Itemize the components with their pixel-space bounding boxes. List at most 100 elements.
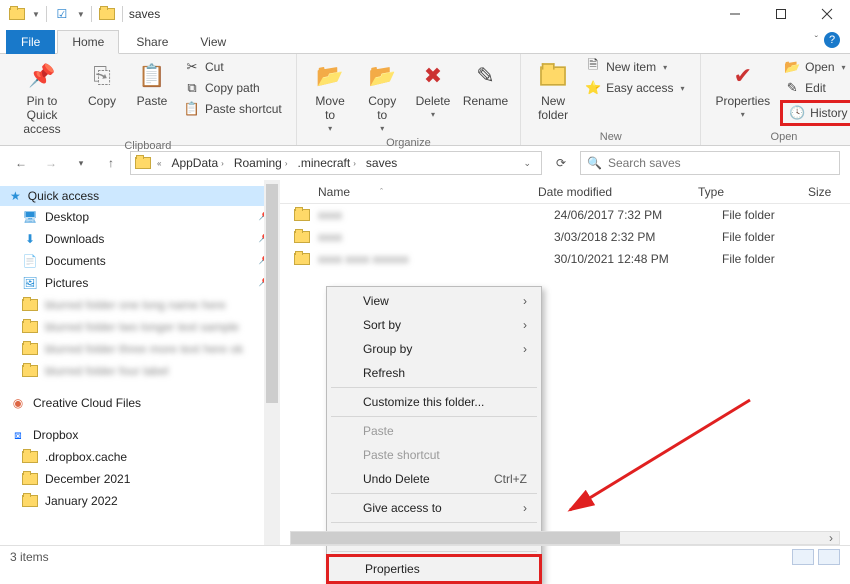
- properties-button[interactable]: ✔Properties▾: [711, 58, 774, 121]
- history-highlight: 🕓History: [780, 100, 850, 126]
- ctx-undo-delete[interactable]: Undo DeleteCtrl+Z: [327, 467, 541, 491]
- open-button[interactable]: 📂Open▾: [780, 58, 850, 76]
- sidebar-item[interactable]: January 2022: [0, 490, 280, 512]
- copy-path-button[interactable]: ⧉Copy path: [180, 79, 286, 97]
- view-large-icons-button[interactable]: [818, 549, 840, 565]
- close-button[interactable]: [804, 0, 850, 28]
- ctx-sort-by[interactable]: Sort by›: [327, 313, 541, 337]
- ribbon-group-clipboard: 📌 Pin to Quick access ⎘ Copy 📋 Paste ✂Cu…: [0, 54, 297, 145]
- table-row[interactable]: xxxx3/03/2018 2:32 PMFile folder: [280, 226, 850, 248]
- ribbon-group-open: ✔Properties▾ 📂Open▾ ✎Edit 🕓History Open: [701, 54, 850, 145]
- breadcrumb-prefix[interactable]: «: [153, 159, 165, 168]
- qat-dropdown[interactable]: ▼: [32, 10, 40, 19]
- rename-button[interactable]: ✎Rename: [461, 58, 510, 110]
- horizontal-scrollbar[interactable]: ‹ ›: [290, 531, 840, 545]
- ctx-customize[interactable]: Customize this folder...: [327, 390, 541, 414]
- refresh-button[interactable]: ⟳: [550, 152, 572, 174]
- folder-icon: [22, 341, 38, 357]
- cut-button[interactable]: ✂Cut: [180, 58, 286, 76]
- address-dropdown[interactable]: ⌄: [517, 158, 537, 169]
- recent-locations[interactable]: ▾: [70, 152, 92, 174]
- sidebar-item-downloads[interactable]: ⬇Downloads📍: [0, 228, 280, 250]
- creative-cloud-icon: ◉: [10, 395, 26, 411]
- history-icon: 🕓: [789, 105, 805, 121]
- ctx-paste-shortcut: Paste shortcut: [327, 443, 541, 467]
- new-item-icon: 🗎: [585, 59, 601, 75]
- ctx-refresh[interactable]: Refresh: [327, 361, 541, 385]
- search-input[interactable]: [608, 156, 833, 170]
- pin-icon: 📌: [26, 60, 58, 92]
- forward-button[interactable]: →: [40, 152, 62, 174]
- paste-shortcut-button[interactable]: 📋Paste shortcut: [180, 100, 286, 118]
- breadcrumb[interactable]: saves: [362, 156, 401, 170]
- column-size[interactable]: Size: [800, 185, 850, 199]
- paste-icon: 📋: [136, 60, 168, 92]
- copy-to-icon: 📂: [366, 60, 398, 92]
- folder-icon: [22, 493, 38, 509]
- ctx-group-by[interactable]: Group by›: [327, 337, 541, 361]
- tab-file[interactable]: File: [6, 30, 55, 54]
- help-button[interactable]: ?: [824, 32, 840, 48]
- copy-button[interactable]: ⎘ Copy: [80, 58, 124, 110]
- sidebar-item[interactable]: blurred folder one long name here: [0, 294, 280, 316]
- pin-to-quick-access-button[interactable]: 📌 Pin to Quick access: [10, 58, 74, 138]
- up-button[interactable]: ↑: [100, 152, 122, 174]
- properties-icon: ✔: [727, 60, 759, 92]
- navigation-pane: ★Quick access 🖥Desktop📍 ⬇Downloads📍 📄Doc…: [0, 180, 280, 545]
- edit-icon: ✎: [784, 80, 800, 96]
- sidebar-scrollbar[interactable]: [264, 180, 280, 545]
- ribbon-collapse[interactable]: ˇ: [815, 35, 818, 46]
- ctx-give-access-to[interactable]: Give access to›: [327, 496, 541, 520]
- sidebar-item[interactable]: .dropbox.cache: [0, 446, 280, 468]
- sidebar-item[interactable]: blurred folder three more text here ok: [0, 338, 280, 360]
- qat-dropdown-2[interactable]: ▼: [77, 10, 85, 19]
- move-to-button[interactable]: 📂Move to▾: [307, 58, 354, 135]
- easy-access-button[interactable]: ⭐Easy access▾: [581, 79, 690, 97]
- table-row[interactable]: xxxx24/06/2017 7:32 PMFile folder: [280, 204, 850, 226]
- ribbon-group-new: New folder 🗎New item▾ ⭐Easy access▾ New: [521, 54, 701, 145]
- breadcrumb[interactable]: .minecraft›: [294, 156, 360, 170]
- edit-button[interactable]: ✎Edit: [780, 79, 850, 97]
- sidebar-item-desktop[interactable]: 🖥Desktop📍: [0, 206, 280, 228]
- delete-button[interactable]: ✖Delete▾: [411, 58, 455, 121]
- breadcrumb[interactable]: AppData›: [167, 156, 227, 170]
- copy-path-icon: ⧉: [184, 80, 200, 96]
- folder-icon: [22, 363, 38, 379]
- tab-view[interactable]: View: [185, 30, 241, 54]
- pictures-icon: 🖼: [22, 275, 38, 291]
- folder-icon: [294, 251, 310, 267]
- sidebar-item[interactable]: blurred folder four label: [0, 360, 280, 382]
- search-box[interactable]: 🔍: [580, 151, 840, 175]
- ctx-view[interactable]: View›: [327, 289, 541, 313]
- tab-share[interactable]: Share: [121, 30, 183, 54]
- copy-icon: ⎘: [86, 60, 118, 92]
- history-button[interactable]: 🕓History: [785, 104, 850, 122]
- column-date[interactable]: Date modified: [530, 185, 690, 199]
- maximize-button[interactable]: [758, 0, 804, 28]
- new-folder-button[interactable]: New folder: [531, 58, 575, 124]
- sidebar-dropbox[interactable]: ⧈Dropbox: [0, 424, 280, 446]
- minimize-button[interactable]: [712, 0, 758, 28]
- new-item-button[interactable]: 🗎New item▾: [581, 58, 690, 76]
- dropbox-icon: ⧈: [10, 427, 26, 443]
- scroll-thumb[interactable]: [291, 532, 620, 544]
- sidebar-creative-cloud[interactable]: ◉Creative Cloud Files: [0, 392, 280, 414]
- column-type[interactable]: Type: [690, 185, 800, 199]
- breadcrumb[interactable]: Roaming›: [230, 156, 292, 170]
- view-details-button[interactable]: [792, 549, 814, 565]
- scroll-right[interactable]: ›: [823, 532, 839, 544]
- paste-button[interactable]: 📋 Paste: [130, 58, 174, 110]
- sidebar-item[interactable]: blurred folder two longer text sample: [0, 316, 280, 338]
- sidebar-quick-access[interactable]: ★Quick access: [0, 186, 280, 206]
- address-bar[interactable]: « AppData› Roaming› .minecraft› saves ⌄: [130, 151, 542, 175]
- chevron-right-icon: ›: [523, 318, 527, 332]
- checkbox-icon[interactable]: ☑: [53, 5, 71, 23]
- tab-home[interactable]: Home: [57, 30, 119, 54]
- sidebar-item[interactable]: December 2021: [0, 468, 280, 490]
- sidebar-item-documents[interactable]: 📄Documents📍: [0, 250, 280, 272]
- column-name[interactable]: Nameˆ: [310, 185, 530, 199]
- copy-to-button[interactable]: 📂Copy to▾: [359, 58, 405, 135]
- sidebar-item-pictures[interactable]: 🖼Pictures📍: [0, 272, 280, 294]
- back-button[interactable]: ←: [10, 152, 32, 174]
- table-row[interactable]: xxxx xxxx xxxxxx30/10/2021 12:48 PMFile …: [280, 248, 850, 270]
